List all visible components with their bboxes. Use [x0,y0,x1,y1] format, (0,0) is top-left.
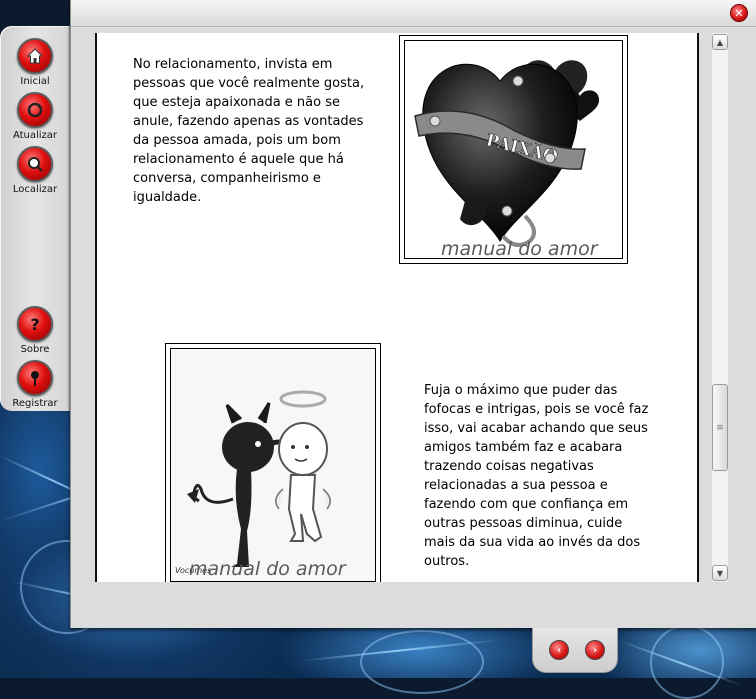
grip-icon: ≡ [716,422,724,433]
heart-illustration: PAIXÃO [414,60,600,247]
scroll-thumb[interactable]: ≡ [712,384,728,471]
search-button[interactable]: Localizar [0,146,70,195]
text-line: que esteja apaixonada e não se [133,95,340,110]
home-label: Inicial [20,76,50,87]
arrow-right-icon: › [592,644,598,656]
search-label: Localizar [12,184,58,195]
text-line: da pessoa amada, pois um bom [133,133,341,148]
text-line: No relacionamento, invista em [133,57,333,72]
about-button[interactable]: ? Sobre [0,306,70,355]
watermark-1: manual do amor [441,238,598,259]
vertical-scrollbar[interactable]: ▲ ≡ ▼ [711,33,728,582]
devil-angel-illustration: Vocumes [175,390,331,575]
text-line: mais da sua vida ao invés da dos [424,535,641,550]
question-icon: ? [17,306,53,342]
search-icon [17,146,53,182]
text-line: conversa, companheirismo e [133,171,321,186]
text-line: Fuja o máximo que puder das [424,383,618,398]
text-line: outras pessoas diminua, cuide [424,516,623,531]
title-bar: ✕ [71,0,756,27]
previous-page-button[interactable]: ‹ [549,640,569,660]
close-icon: ✕ [734,6,744,20]
text-line: igualdade. [133,190,202,205]
text-line: isso, vai acabar achando que seus [424,421,648,436]
text-line: anule, fazendo apenas as vontades [133,114,364,129]
text-line: relacionadas a sua pessoa e [424,478,608,493]
text-line: trazendo coisas negativas [424,459,594,474]
refresh-icon [17,92,53,128]
scroll-down-button[interactable]: ▼ [712,565,728,581]
register-button[interactable]: Registrar [0,360,70,409]
chevron-up-icon: ▲ [716,37,724,47]
page-navigation: ‹ › [532,628,618,673]
pin-icon [17,360,53,396]
close-button[interactable]: ✕ [730,4,748,22]
refresh-label: Atualizar [12,130,58,141]
content-area: No relacionamento, invista em pessoas qu… [95,33,699,582]
text-line: amigos também faz e acabara [424,440,623,455]
main-window: ✕ No relacionamento, invista em pessoas … [70,0,756,628]
about-label: Sobre [20,344,50,355]
register-label: Registrar [12,398,58,409]
devil-angel-image: Vocumes manual do amor [165,343,381,582]
refresh-button[interactable]: Atualizar [0,92,70,141]
home-button[interactable]: Inicial [0,38,70,87]
heart-image-frame: PAIXÃO manual do amor [404,40,623,259]
text-line: pessoas que você realmente gosta, [133,76,365,91]
watermark-2: manual do amor [189,558,346,580]
text-line: outros. [424,554,470,569]
svg-text:?: ? [30,315,39,333]
paragraph-1: No relacionamento, invista em pessoas qu… [133,55,364,207]
text-line: fazendo com que confiança em [424,497,629,512]
arrow-left-icon: ‹ [556,644,562,656]
next-page-button[interactable]: › [585,640,605,660]
text-line: fofocas e intrigas, pois se você faz [424,402,649,417]
scroll-up-button[interactable]: ▲ [712,34,728,50]
heart-image: PAIXÃO manual do amor [399,35,628,264]
left-toolbar: Inicial Atualizar Localizar ? Sobre Regi… [0,26,70,411]
devil-angel-image-frame: Vocumes manual do amor [170,348,376,582]
paragraph-2: Fuja o máximo que puder das fofocas e in… [424,381,648,571]
home-icon [17,38,53,74]
text-line: relacionamento é aquele que há [133,152,344,167]
chevron-down-icon: ▼ [716,568,724,578]
